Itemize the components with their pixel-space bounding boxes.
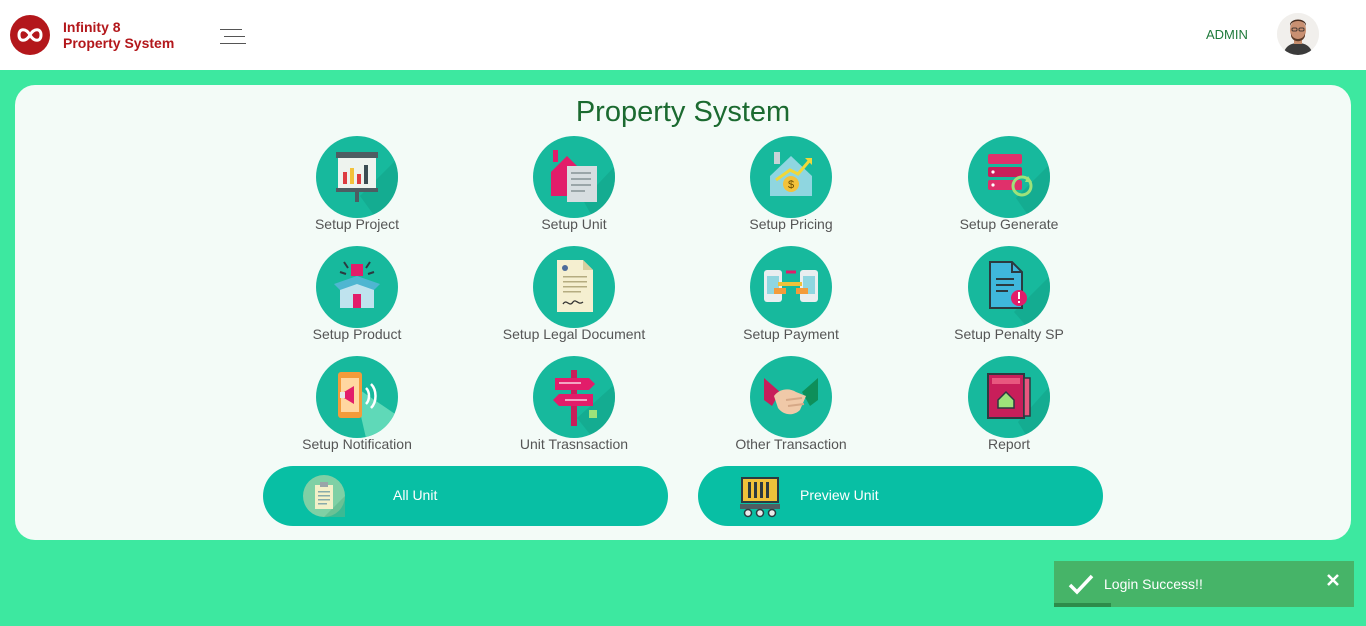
presentation-board-icon <box>316 136 398 218</box>
signpost-icon <box>533 356 615 438</box>
tile-setup-penalty-sp[interactable]: Setup Penalty SP <box>924 246 1094 351</box>
tile-setup-notification[interactable]: Setup Notification <box>272 356 442 461</box>
tile-label: Setup Generate <box>959 216 1059 232</box>
signed-document-icon <box>533 246 615 328</box>
svg-text:$: $ <box>788 179 794 191</box>
tile-setup-unit[interactable]: Setup Unit <box>489 136 659 241</box>
report-book-icon <box>968 356 1050 438</box>
brand-line1: Infinity 8 <box>63 19 121 35</box>
all-unit-button[interactable]: All Unit <box>263 466 668 526</box>
tile-label: Report <box>987 436 1031 452</box>
login-success-toast: Login Success!! <box>1054 561 1354 607</box>
house-document-icon <box>533 136 615 218</box>
page-title: Property System <box>575 96 791 128</box>
avatar[interactable] <box>1277 13 1319 55</box>
toast-progress-bar <box>1054 603 1111 607</box>
house-price-growth-icon: $ <box>750 136 832 218</box>
tile-setup-pricing[interactable]: $ Setup Pricing <box>706 136 876 241</box>
top-header: Infinity 8 Property System ADMIN <box>0 0 1366 70</box>
tile-label: Setup Notification <box>302 436 412 452</box>
tile-label: Setup Payment <box>743 326 839 342</box>
tile-setup-generate[interactable]: Setup Generate <box>924 136 1094 241</box>
tile-other-transaction[interactable]: Other Transaction <box>706 356 876 461</box>
tile-setup-payment[interactable]: Setup Payment <box>706 246 876 351</box>
hamburger-menu-icon[interactable] <box>218 27 246 45</box>
clipboard-list-icon <box>303 475 345 517</box>
brand-line2: Property System <box>63 35 175 51</box>
tile-label: Setup Legal Document <box>502 326 646 342</box>
server-refresh-icon <box>968 136 1050 218</box>
tile-setup-legal-document[interactable]: Setup Legal Document <box>489 246 659 351</box>
close-icon[interactable] <box>1326 573 1340 587</box>
tile-setup-product[interactable]: Setup Product <box>272 246 442 351</box>
toast-message: Login Success!! <box>1104 576 1203 592</box>
product-box-icon <box>316 246 398 328</box>
all-unit-label: All Unit <box>393 487 438 503</box>
tile-label: Setup Pricing <box>749 216 833 232</box>
infinity-logo-icon[interactable] <box>10 15 50 55</box>
preview-unit-label: Preview Unit <box>800 487 879 503</box>
tile-unit-transaction[interactable]: Unit Trasnsaction <box>489 356 659 461</box>
tile-label: Setup Unit <box>541 216 607 232</box>
phone-payment-transfer-icon <box>750 246 832 328</box>
tile-setup-project[interactable]: Setup Project <box>272 136 442 241</box>
tile-label: Other Transaction <box>735 436 847 452</box>
preview-unit-button[interactable]: Preview Unit <box>698 466 1103 526</box>
phone-megaphone-icon <box>316 356 398 438</box>
document-warning-icon <box>968 246 1050 328</box>
tile-label: Setup Penalty SP <box>954 326 1064 342</box>
main-card <box>15 85 1351 540</box>
tile-report[interactable]: Report <box>924 356 1094 461</box>
tile-label: Setup Product <box>312 326 402 342</box>
tile-label: Setup Project <box>314 216 400 232</box>
cargo-container-icon <box>740 477 780 518</box>
brand-name: Infinity 8 Property System <box>63 19 174 51</box>
checkmark-icon <box>1068 574 1094 595</box>
user-name-label[interactable]: ADMIN <box>1206 27 1248 42</box>
tile-label: Unit Trasnsaction <box>519 436 629 452</box>
handshake-icon <box>750 356 832 438</box>
